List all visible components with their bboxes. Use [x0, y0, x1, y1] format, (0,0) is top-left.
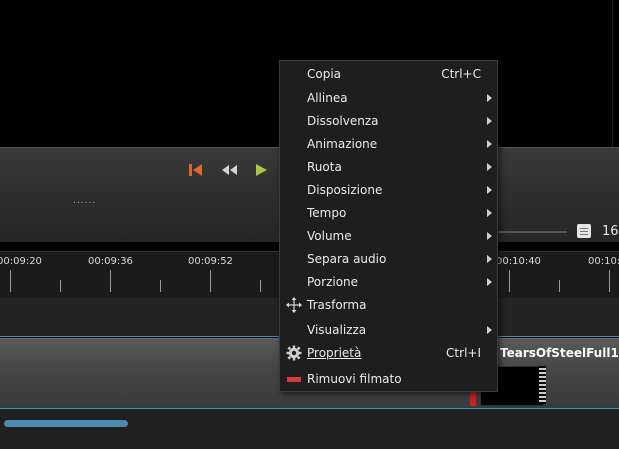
menu-item-label: Disposizione — [307, 183, 383, 197]
menu-item-view[interactable]: Visualizza — [280, 318, 497, 341]
play-button[interactable] — [252, 160, 272, 180]
rewind-button[interactable] — [219, 160, 239, 180]
menu-item-label: Copia — [307, 67, 342, 81]
drag-handle-dots[interactable]: ...... — [73, 196, 96, 206]
play-icon — [256, 164, 267, 176]
menu-item-animation[interactable]: Animazione — [280, 132, 497, 155]
menu-item-volume[interactable]: Volume — [280, 224, 497, 247]
menu-item-label: Tempo — [307, 206, 347, 220]
submenu-arrow-icon — [487, 163, 492, 171]
ruler-timecode: 00:10:40 — [496, 256, 541, 267]
submenu-arrow-icon — [487, 209, 492, 217]
menu-item-properties[interactable]: Proprietà Ctrl+I — [280, 341, 497, 364]
menu-item-label: Ruota — [307, 160, 342, 174]
submenu-arrow-icon — [487, 140, 492, 148]
submenu-arrow-icon — [487, 117, 492, 125]
menu-item-label: Dissolvenza — [307, 114, 379, 128]
gear-icon — [286, 345, 302, 361]
ruler-tick — [509, 270, 510, 292]
ruler-tick — [10, 270, 11, 292]
jump-to-start-button[interactable] — [186, 160, 206, 180]
ruler-tick — [609, 270, 610, 292]
menu-item-label: Volume — [307, 229, 352, 243]
zoom-icon[interactable] — [577, 224, 591, 238]
menu-item-label: Rimuovi filmato — [307, 372, 402, 386]
menu-item-shortcut: Ctrl+I — [446, 346, 481, 360]
ruler-tick — [210, 270, 211, 292]
ruler-tick — [559, 280, 560, 292]
ruler-tick — [110, 270, 111, 292]
jump-start-icon — [189, 164, 202, 176]
preview-edge — [612, 0, 613, 147]
menu-item-shortcut: Ctrl+C — [441, 67, 481, 81]
menu-item-label: Trasforma — [307, 298, 367, 312]
film-strip-icon — [539, 366, 546, 404]
move-icon — [286, 297, 302, 313]
menu-item-rotate[interactable]: Ruota — [280, 155, 497, 178]
menu-item-align[interactable]: Allinea — [280, 86, 497, 109]
clip-context-menu: Copia Ctrl+C Allinea Dissolvenza Animazi… — [279, 60, 498, 392]
submenu-arrow-icon — [487, 186, 492, 194]
submenu-arrow-icon — [487, 278, 492, 286]
menu-item-label: Allinea — [307, 91, 348, 105]
ruler-timecode: 00:10: — [588, 256, 619, 267]
submenu-arrow-icon — [487, 94, 492, 102]
menu-item-copy[interactable]: Copia Ctrl+C — [280, 62, 497, 85]
ruler-timecode: 00:09:36 — [88, 256, 133, 267]
menu-item-fade[interactable]: Dissolvenza — [280, 109, 497, 132]
menu-item-label: Separa audio — [307, 252, 387, 266]
menu-item-label: Proprietà — [307, 346, 362, 360]
rewind-icon — [222, 165, 237, 175]
remove-icon — [286, 371, 302, 387]
zoom-slider[interactable] — [497, 231, 567, 233]
ruler-timecode: 00:09:52 — [188, 256, 233, 267]
submenu-arrow-icon — [487, 232, 492, 240]
submenu-arrow-icon — [487, 255, 492, 263]
submenu-arrow-icon — [487, 326, 492, 334]
menu-item-layout[interactable]: Disposizione — [280, 178, 497, 201]
horizontal-scrollbar[interactable] — [4, 420, 128, 427]
menu-item-slice[interactable]: Porzione — [280, 270, 497, 293]
menu-item-remove-clip[interactable]: Rimuovi filmato — [280, 367, 497, 390]
ruler-tick — [60, 280, 61, 292]
clip-title[interactable]: TearsOfSteelFull12m — [500, 346, 619, 360]
track-footer — [0, 408, 619, 449]
ruler-tick — [160, 280, 161, 292]
ruler-tick — [260, 280, 261, 292]
menu-item-label: Porzione — [307, 275, 359, 289]
menu-item-label: Animazione — [307, 137, 378, 151]
menu-item-separate-audio[interactable]: Separa audio — [280, 247, 497, 270]
ruler-timecode: 00:09:20 — [0, 256, 42, 267]
menu-item-transform[interactable]: Trasforma — [280, 293, 497, 316]
menu-item-label: Visualizza — [307, 323, 367, 337]
menu-item-time[interactable]: Tempo — [280, 201, 497, 224]
zoom-value: 16 — [602, 224, 619, 239]
